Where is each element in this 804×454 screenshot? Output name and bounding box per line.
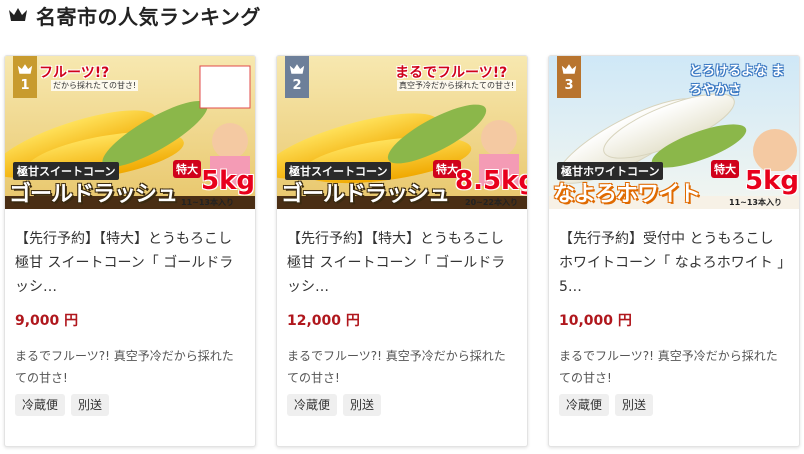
page-title: 名寄市の人気ランキング [36,4,261,29]
ranking-list: 1 フルーツ!? だから採れたての甘さ! 極甘スイートコーン ゴールドラッシュ … [4,55,804,447]
weight-label: 5kg [745,166,799,196]
banner-headline: とろけるよな まろやかさ [689,64,785,98]
tag-list: 冷蔵便 別送 [559,394,654,416]
crown-icon [17,64,33,74]
size-badge: 特大 [173,160,201,178]
tag-separate-shipping: 別送 [343,394,382,416]
tag-list: 冷蔵便 別送 [15,394,110,416]
weight-label: 8.5kg [455,166,527,196]
product-name[interactable]: 【先行予約】【特大】とうもろこし 極甘 スイートコーン「 ゴールドラッシ… [15,227,245,299]
banner-subtext: 真空予冷だから採れたての甘さ! [397,80,517,91]
tag-separate-shipping: 別送 [615,394,654,416]
product-description: まるでフルーツ?! 真空予冷だから採れたての甘さ! [287,349,506,385]
weight-label: 5kg [201,166,255,196]
count-label: 11~13本入り [181,198,234,207]
brand-title: なよろホワイト [553,182,701,207]
product-name[interactable]: 【先行予約】【特大】とうもろこし 極甘 スイートコーン「 ゴールドラッシ… [287,227,517,299]
rank-badge: 1 [13,56,37,98]
ranking-header: 名寄市の人気ランキング [8,0,261,30]
crown-icon [9,8,27,21]
product-card[interactable]: 3 とろけるよな まろやかさ 極甘ホワイトコーン なよろホワイト 特大 5kg … [548,55,800,447]
banner-headline: フルーツ!? [39,65,110,81]
product-price: 12,000 円 [287,313,360,329]
product-description: まるでフルーツ?! 真空予冷だから採れたての甘さ! [559,349,778,385]
product-image[interactable]: 1 フルーツ!? だから採れたての甘さ! 極甘スイートコーン ゴールドラッシュ … [5,56,255,209]
product-name[interactable]: 【先行予約】受付中 とうもろこし ホワイトコーン「 なよろホワイト 」5… [559,227,789,299]
tag-refrigerated: 冷蔵便 [559,394,610,416]
rank-badge: 2 [285,56,309,98]
size-badge: 特大 [711,160,739,178]
banner-headline: まるでフルーツ!? [395,65,508,81]
product-price: 10,000 円 [559,313,632,329]
tag-refrigerated: 冷蔵便 [287,394,338,416]
count-label: 20~22本入り [465,198,518,207]
brand-title: ゴールドラッシュ [281,182,450,207]
tag-refrigerated: 冷蔵便 [15,394,66,416]
tag-list: 冷蔵便 別送 [287,394,382,416]
product-price: 9,000 円 [15,313,79,329]
product-image[interactable]: 2 まるでフルーツ!? 真空予冷だから採れたての甘さ! 極甘スイートコーン ゴー… [277,56,527,209]
product-card[interactable]: 2 まるでフルーツ!? 真空予冷だから採れたての甘さ! 極甘スイートコーン ゴー… [276,55,528,447]
crown-icon [289,64,305,74]
crown-icon [561,64,577,74]
rank-badge: 3 [557,56,581,98]
count-label: 11~13本入り [729,198,782,207]
brand-title: ゴールドラッシュ [9,182,178,207]
product-card[interactable]: 1 フルーツ!? だから採れたての甘さ! 極甘スイートコーン ゴールドラッシュ … [4,55,256,447]
tag-separate-shipping: 別送 [71,394,110,416]
product-description: まるでフルーツ?! 真空予冷だから採れたての甘さ! [15,349,234,385]
product-image[interactable]: 3 とろけるよな まろやかさ 極甘ホワイトコーン なよろホワイト 特大 5kg … [549,56,799,209]
banner-subtext: だから採れたての甘さ! [51,80,139,91]
